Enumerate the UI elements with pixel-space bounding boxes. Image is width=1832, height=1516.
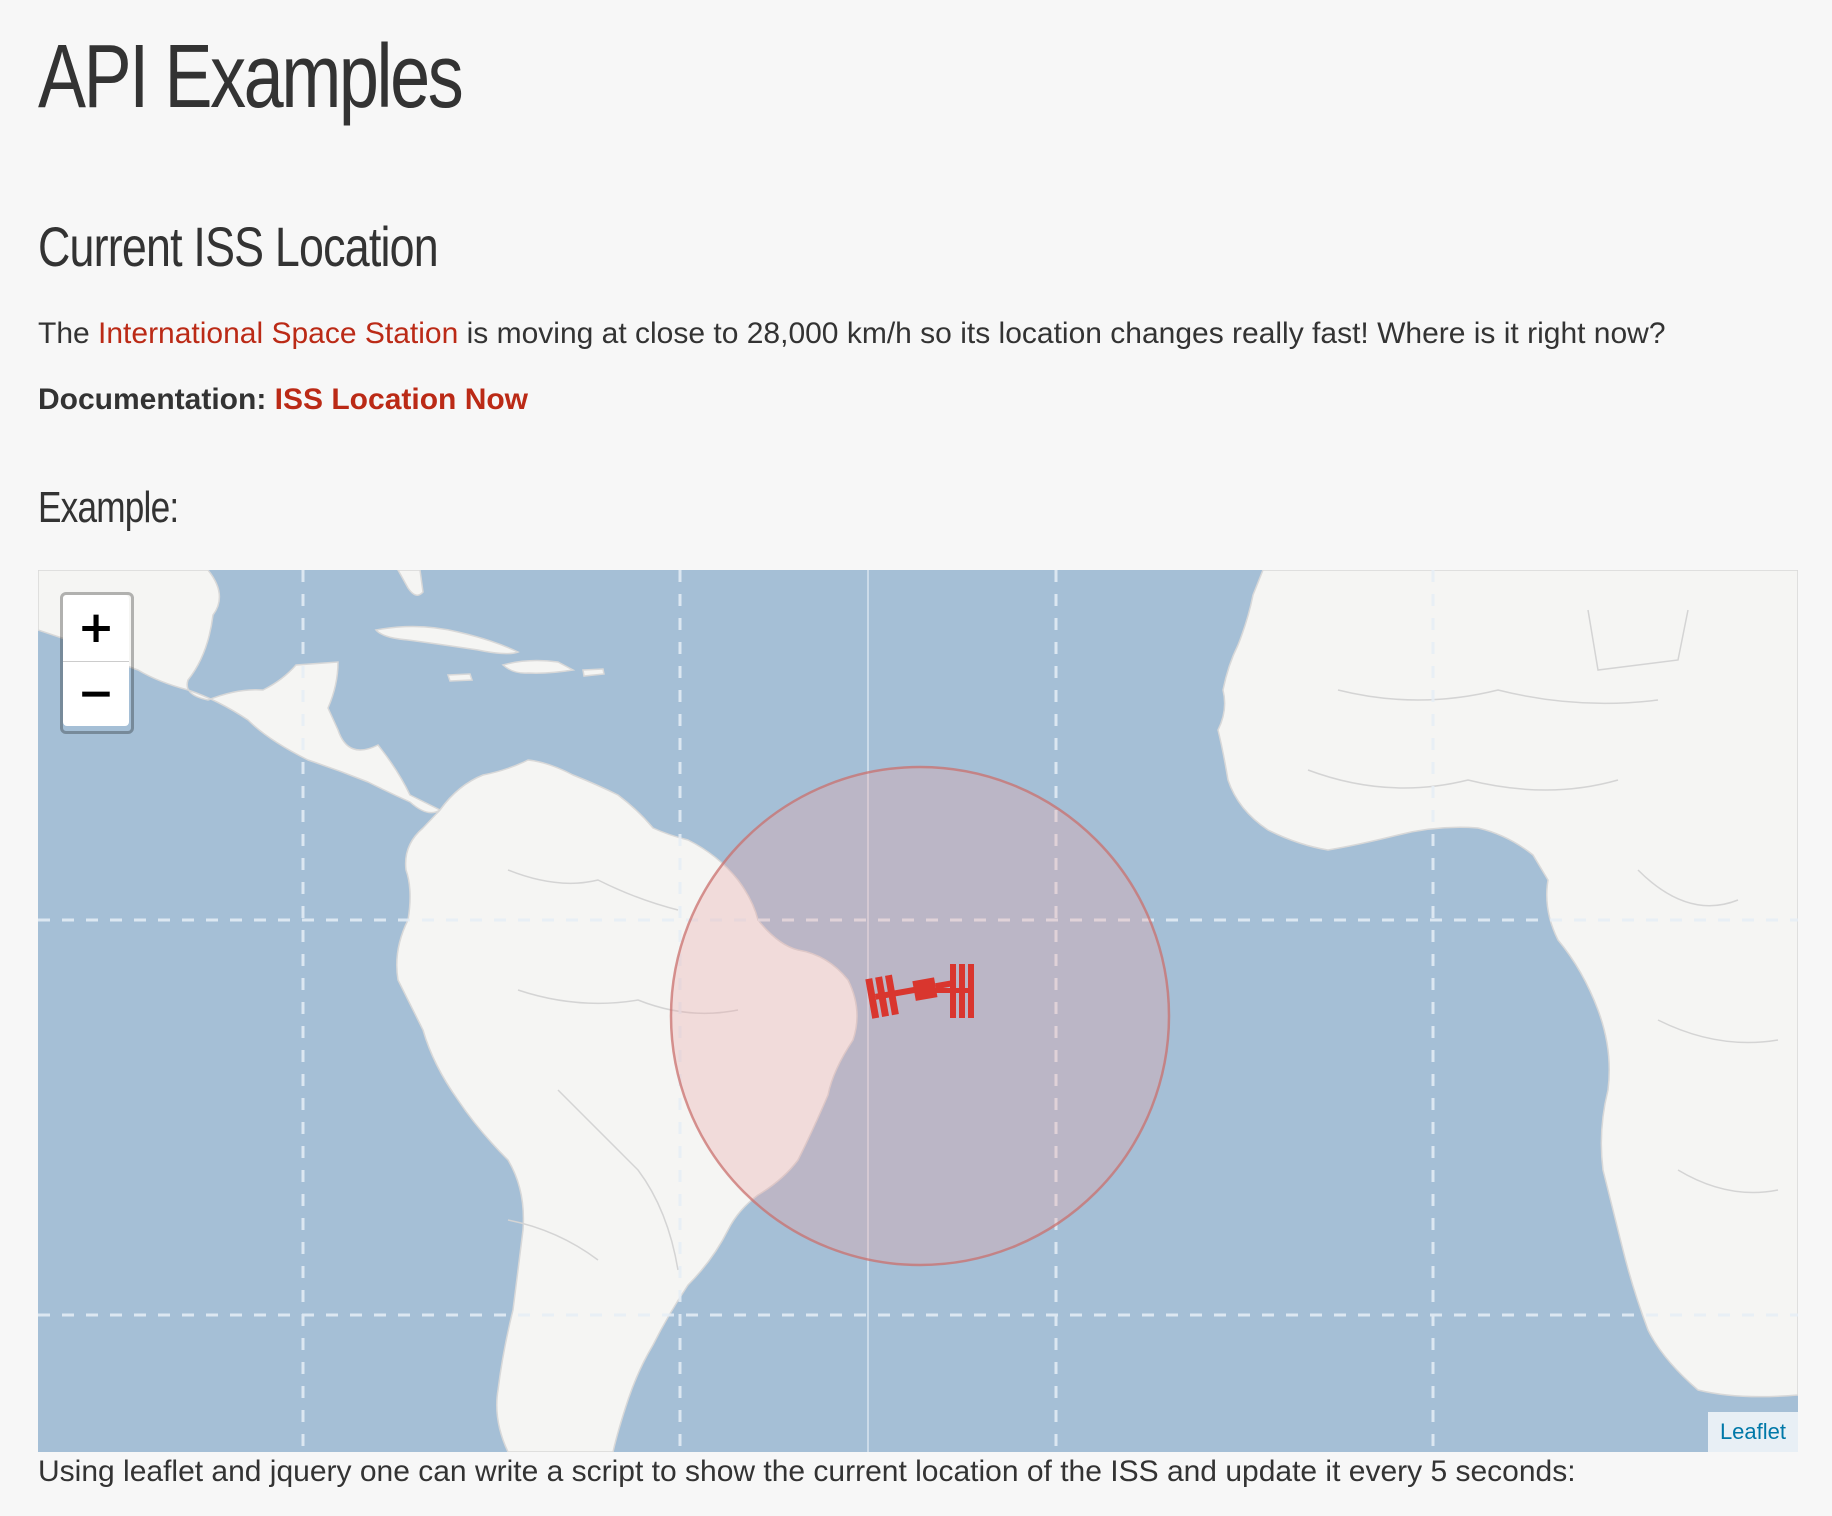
leaflet-link[interactable]: Leaflet — [1720, 1419, 1786, 1444]
iss-visibility-circle[interactable] — [669, 765, 1171, 1267]
iss-wiki-link[interactable]: International Space Station — [98, 317, 458, 350]
footer-paragraph: Using leaflet and jquery one can write a… — [38, 1455, 1576, 1488]
map-tiles[interactable] — [38, 570, 1798, 1452]
zoom-out-button[interactable]: − — [63, 662, 129, 726]
intro-paragraph: The International Space Station is movin… — [38, 314, 1666, 354]
land-puerto-rico — [582, 668, 605, 677]
iss-location-now-link[interactable]: ISS Location Now — [275, 383, 528, 416]
land-jamaica — [446, 673, 474, 682]
zoom-control: + − — [60, 592, 134, 734]
intro-text-before: The — [38, 317, 99, 350]
example-heading: Example: — [38, 483, 179, 532]
documentation-line: Documentation: ISS Location Now — [38, 380, 528, 420]
documentation-label: Documentation: — [38, 383, 275, 416]
section-title: Current ISS Location — [38, 215, 439, 278]
map-attribution: Leaflet — [1707, 1412, 1798, 1452]
iss-map[interactable]: + − Leaflet — [38, 570, 1798, 1452]
zoom-in-button[interactable]: + — [63, 595, 129, 662]
page-title: API Examples — [38, 27, 464, 127]
intro-text-after: is moving at close to 28,000 km/h so its… — [458, 317, 1666, 350]
